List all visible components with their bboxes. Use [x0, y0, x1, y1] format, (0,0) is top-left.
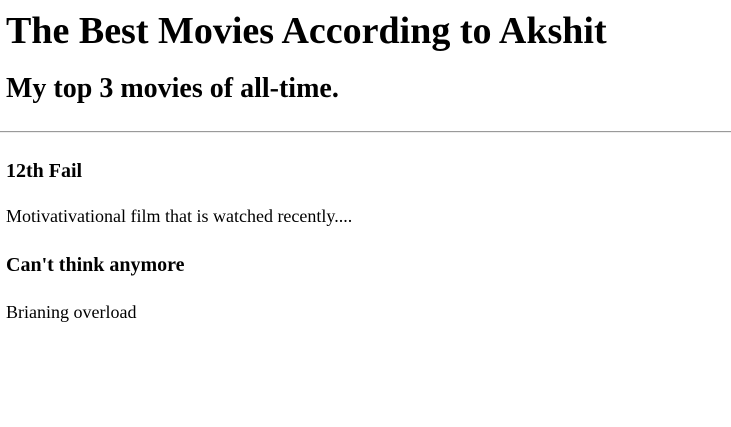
movie-item: Can't think anymore Brianing overload	[6, 227, 725, 323]
page-subtitle: My top 3 movies of all-time.	[6, 73, 339, 104]
page-container: The Best Movies According to Akshit My t…	[0, 0, 731, 323]
movie-description: Motivativational film that is watched re…	[6, 206, 353, 226]
movie-description: Brianing overload	[6, 302, 137, 322]
divider	[0, 131, 731, 133]
page-title: The Best Movies According to Akshit	[6, 10, 607, 52]
movie-title: 12th Fail	[6, 160, 83, 182]
movie-list: 12th Fail Motivativational film that is …	[6, 133, 725, 323]
movie-title: Can't think anymore	[6, 254, 185, 276]
movie-item: 12th Fail Motivativational film that is …	[6, 133, 725, 227]
